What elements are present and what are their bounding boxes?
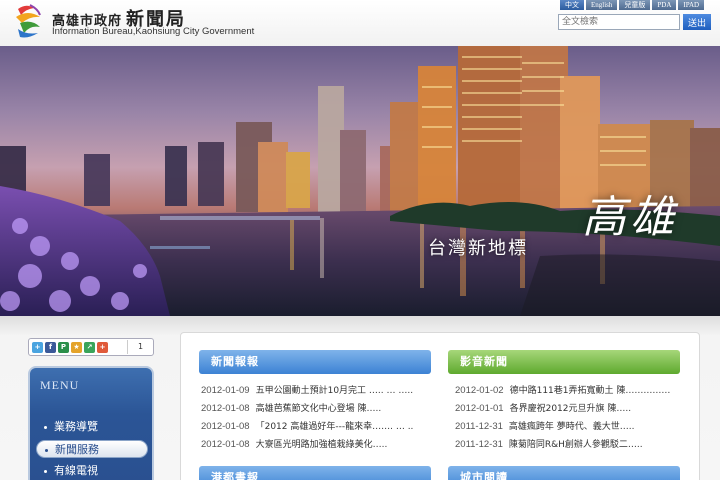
menu-item-label: 業務導覽 <box>54 420 98 433</box>
bullet-icon <box>45 448 48 452</box>
list-item[interactable]: 2012-01-02 德中路111巷1弄拓寬動土 陳…………… <box>455 382 685 400</box>
site-subtitle: Information Bureau,Kaohsiung City Govern… <box>52 26 255 37</box>
side-menu: MENU 業務導覽 新聞服務 有線電視 <box>28 366 154 480</box>
facebook-icon[interactable]: f <box>45 341 56 353</box>
tab-news-report[interactable]: 新聞報報 <box>199 350 431 374</box>
list-item[interactable]: 2011-12-31 高雄瘋跨年 夢時代、義大世….. <box>455 418 685 436</box>
share-icon[interactable]: ↗ <box>84 341 95 353</box>
search-submit-button[interactable]: 送出 <box>683 14 711 30</box>
lang-chinese-link[interactable]: 中文 <box>560 0 584 10</box>
list-item[interactable]: 2011-12-31 陳菊陪同R&H創辦人參觀駁二….. <box>455 436 685 454</box>
menu-item-label: 新聞服務 <box>55 443 99 456</box>
social-share-bar: + f P ★ ↗ + 1 <box>28 338 154 356</box>
lang-pda-link[interactable]: PDA <box>652 0 677 10</box>
bullet-icon <box>44 425 47 429</box>
plurk-icon[interactable]: P <box>58 341 69 353</box>
list-item[interactable]: 2012-01-09 五甲公園動土預計10月完工 ….. … ….. <box>201 382 441 400</box>
lang-ipad-link[interactable]: IPAD <box>678 0 705 10</box>
tab-city-reading[interactable]: 城市閱讀 <box>448 466 680 480</box>
banner-subtitle: 台灣新地標 <box>428 238 528 259</box>
site-header: 高雄市政府 新聞局 Information Bureau,Kaohsiung Ci… <box>0 0 720 46</box>
kaohsiung-logo-icon[interactable] <box>12 3 46 41</box>
list-item[interactable]: 2012-01-01 各界慶祝2012元旦升旗 陳….. <box>455 400 685 418</box>
list-item[interactable]: 2012-01-08 「2012 高雄過好年---龍來幸……. … .. <box>201 418 441 436</box>
search-form: 送出 <box>558 14 711 30</box>
menu-item-label: 有線電視 <box>54 464 98 477</box>
lang-english-link[interactable]: English <box>586 0 618 10</box>
bookmark-icon[interactable]: ★ <box>71 341 82 353</box>
banner-title: 高雄 <box>582 192 678 243</box>
list-item[interactable]: 2012-01-08 大寮區光明路加強植栽綠美化….. <box>201 436 441 454</box>
plus-one-icon[interactable]: + <box>32 341 43 353</box>
news-report-list: 2012-01-09 五甲公園動土預計10月完工 ….. … ….. 2012-0… <box>201 382 441 454</box>
add-icon[interactable]: + <box>97 341 108 353</box>
menu-item-business[interactable]: 業務導覽 <box>36 418 148 436</box>
menu-item-cable-tv[interactable]: 有線電視 <box>36 462 148 480</box>
list-item[interactable]: 2012-01-08 高雄芭蕉節文化中心登場 陳….. <box>201 400 441 418</box>
lang-kids-link[interactable]: 兒童版 <box>619 0 651 10</box>
search-input[interactable] <box>558 14 680 30</box>
menu-item-news-service[interactable]: 新聞服務 <box>36 440 148 458</box>
language-bar: 中文 English 兒童版 PDA IPAD <box>560 0 705 10</box>
bullet-icon <box>44 469 47 473</box>
share-count: 1 <box>127 340 153 354</box>
hero-banner: 高雄 台灣新地標 <box>0 46 720 316</box>
menu-title: MENU <box>40 378 80 392</box>
video-news-list: 2012-01-02 德中路111巷1弄拓寬動土 陳…………… 2012-01-0… <box>455 382 685 454</box>
tab-video-news[interactable]: 影音新聞 <box>448 350 680 374</box>
tab-port-publications[interactable]: 港都書報 <box>199 466 431 480</box>
